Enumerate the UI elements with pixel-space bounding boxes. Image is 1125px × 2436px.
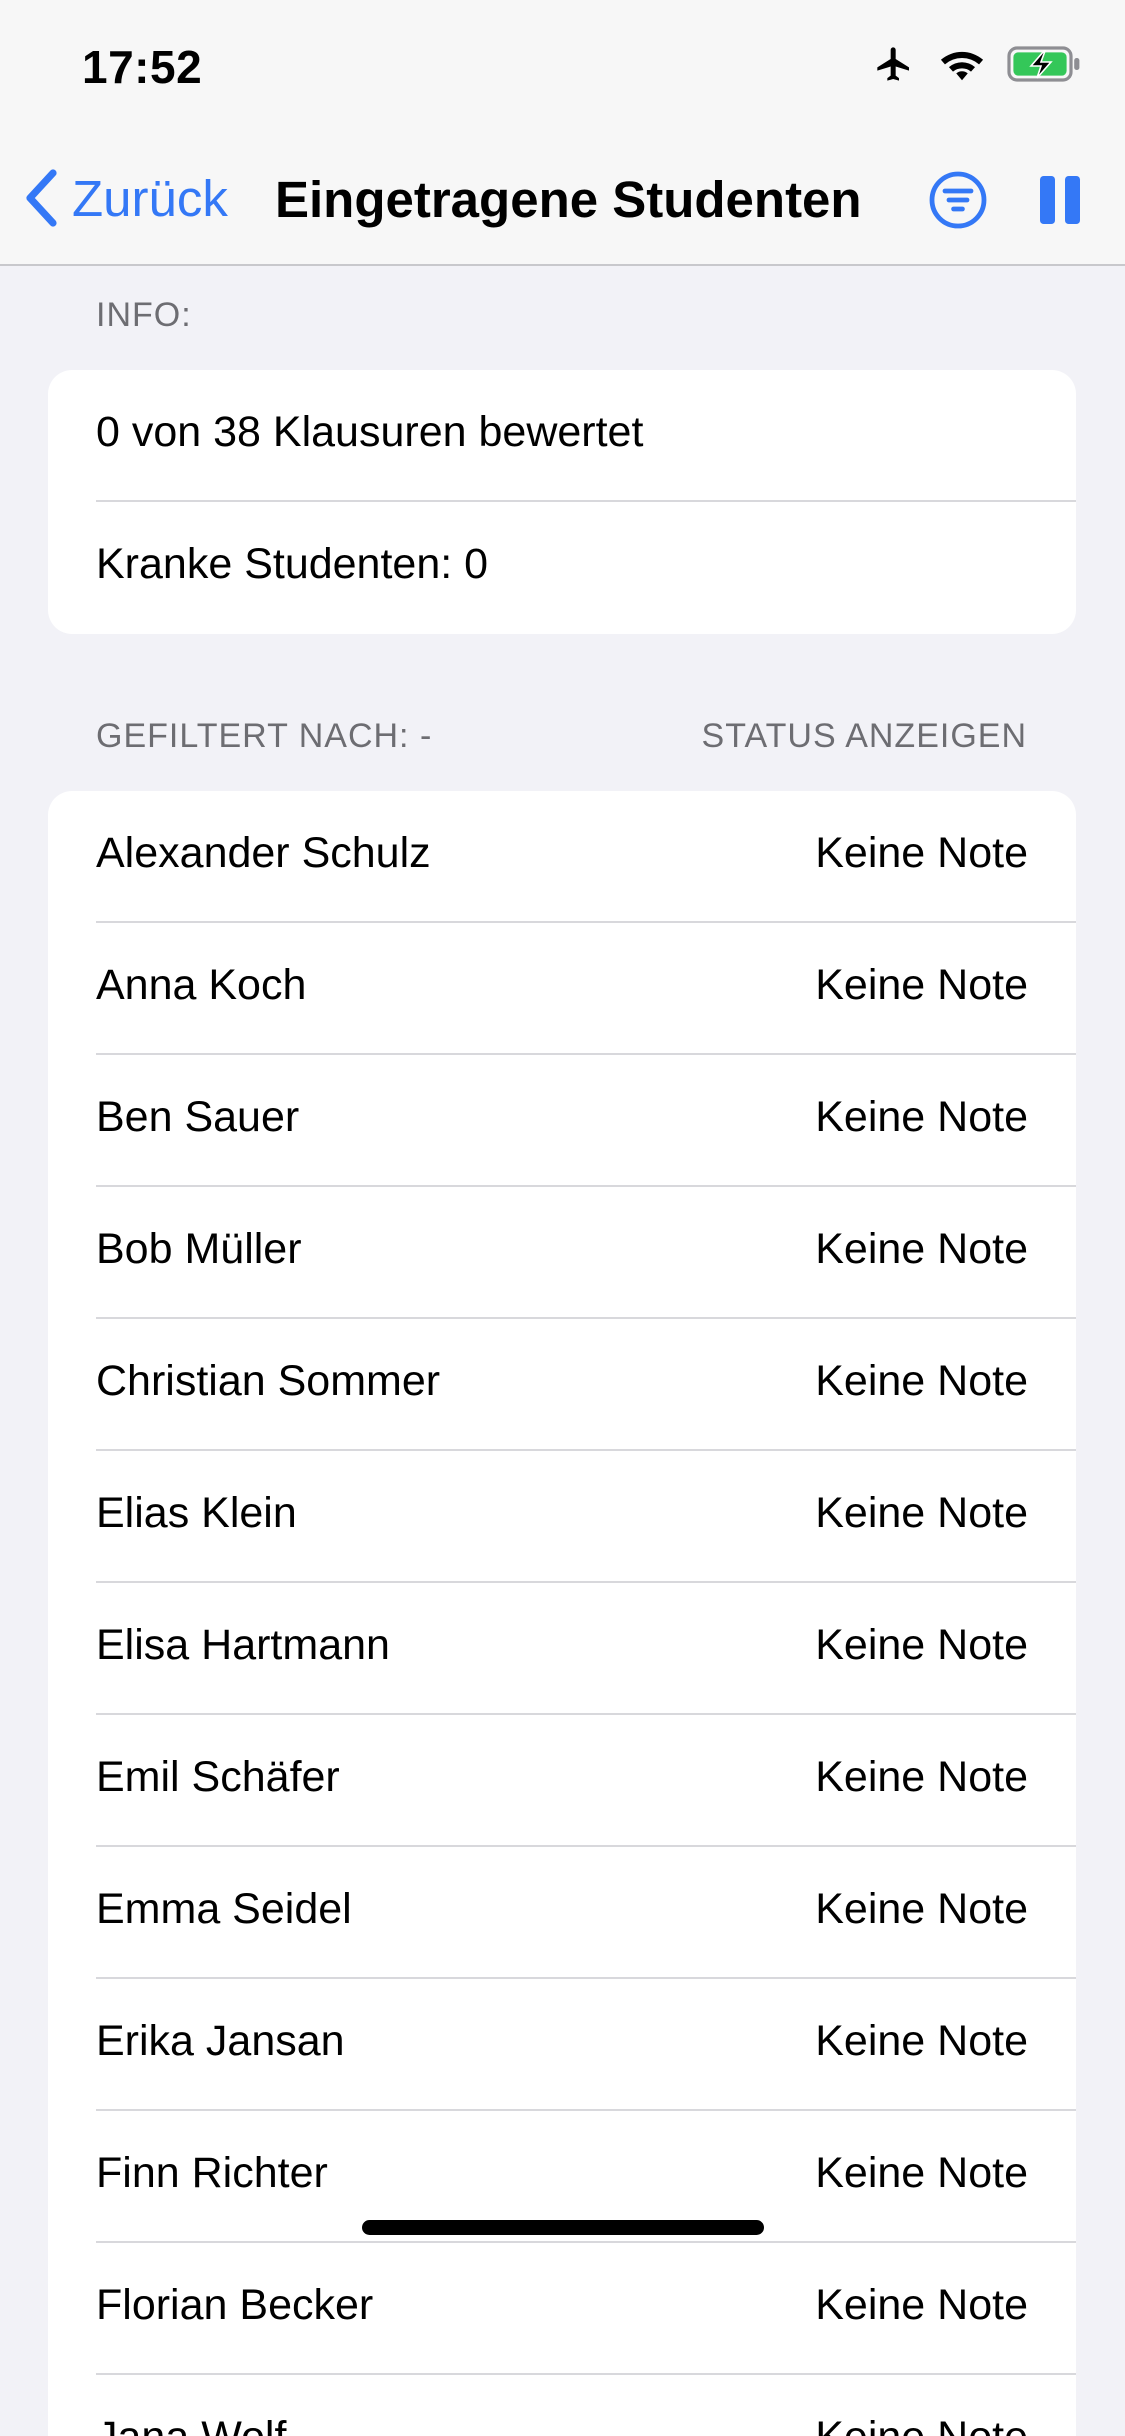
pause-button[interactable] bbox=[1038, 170, 1082, 230]
status-icons bbox=[871, 44, 1083, 84]
student-row[interactable]: Elias Klein Keine Note bbox=[48, 1451, 1076, 1583]
home-indicator[interactable] bbox=[362, 2220, 764, 2235]
student-row[interactable]: Bob Müller Keine Note bbox=[48, 1187, 1076, 1319]
student-name: Finn Richter bbox=[96, 2149, 328, 2197]
student-name: Bob Müller bbox=[96, 1225, 302, 1273]
student-name: Jana Wolf bbox=[96, 2413, 286, 2436]
page-title: Eingetragene Studenten bbox=[275, 171, 862, 228]
student-row[interactable]: Christian Sommer Keine Note bbox=[48, 1319, 1076, 1451]
pause-icon bbox=[1040, 176, 1080, 224]
student-grade: Keine Note bbox=[815, 1753, 1028, 1801]
student-row[interactable]: Emma Seidel Keine Note bbox=[48, 1847, 1076, 1979]
student-grade: Keine Note bbox=[815, 2413, 1028, 2436]
status-bar: 17:52 bbox=[0, 0, 1125, 132]
info-graded-count: 0 von 38 Klausuren bewertet bbox=[96, 408, 644, 456]
filter-icon bbox=[929, 171, 987, 229]
student-name: Anna Koch bbox=[96, 961, 307, 1009]
info-row-graded-count: 0 von 38 Klausuren bewertet bbox=[48, 370, 1076, 502]
student-row[interactable]: Florian Becker Keine Note bbox=[48, 2243, 1076, 2375]
student-grade: Keine Note bbox=[815, 829, 1028, 877]
navigation-bar: Zurück Eingetragene Studenten bbox=[0, 132, 1125, 266]
student-grade: Keine Note bbox=[815, 1357, 1028, 1405]
student-name: Ben Sauer bbox=[96, 1093, 300, 1141]
student-row[interactable]: Elisa Hartmann Keine Note bbox=[48, 1583, 1076, 1715]
student-row[interactable]: Jana Wolf Keine Note bbox=[48, 2375, 1076, 2436]
student-grade: Keine Note bbox=[815, 961, 1028, 1009]
status-time: 17:52 bbox=[82, 41, 203, 93]
student-grade: Keine Note bbox=[815, 2149, 1028, 2197]
student-grade: Keine Note bbox=[815, 1885, 1028, 1933]
screen: 17:52 Zurück Eingetragene Studenten INFO… bbox=[0, 0, 1125, 2436]
student-name: Emil Schäfer bbox=[96, 1753, 340, 1801]
filter-button[interactable] bbox=[928, 170, 988, 230]
filter-status-label: GEFILTERT NACH: - bbox=[96, 717, 433, 755]
student-name: Elisa Hartmann bbox=[96, 1621, 390, 1669]
student-name: Florian Becker bbox=[96, 2281, 374, 2329]
student-grade: Keine Note bbox=[815, 1489, 1028, 1537]
back-chevron-icon bbox=[26, 169, 57, 227]
student-row[interactable]: Emil Schäfer Keine Note bbox=[48, 1715, 1076, 1847]
student-grade: Keine Note bbox=[815, 2017, 1028, 2065]
student-name: Elias Klein bbox=[96, 1489, 297, 1537]
student-grade: Keine Note bbox=[815, 2281, 1028, 2329]
student-row[interactable]: Erika Jansan Keine Note bbox=[48, 1979, 1076, 2111]
student-row[interactable]: Ben Sauer Keine Note bbox=[48, 1055, 1076, 1187]
student-name: Christian Sommer bbox=[96, 1357, 441, 1405]
student-row[interactable]: Alexander Schulz Keine Note bbox=[48, 791, 1076, 923]
battery-charging-icon bbox=[1007, 46, 1080, 82]
show-status-button[interactable]: STATUS ANZEIGEN bbox=[702, 717, 1027, 756]
student-name: Erika Jansan bbox=[96, 2017, 345, 2065]
wifi-icon bbox=[940, 51, 984, 81]
student-grade: Keine Note bbox=[815, 1225, 1028, 1273]
back-button-label: Zurück bbox=[72, 169, 228, 227]
student-grade: Keine Note bbox=[815, 1621, 1028, 1669]
airplane-icon bbox=[877, 47, 909, 81]
student-grade: Keine Note bbox=[815, 1093, 1028, 1141]
student-name: Emma Seidel bbox=[96, 1885, 352, 1933]
info-section-header: INFO: bbox=[96, 296, 192, 334]
student-name: Alexander Schulz bbox=[96, 829, 431, 877]
info-sick-students: Kranke Studenten: 0 bbox=[96, 540, 489, 588]
back-button[interactable]: Zurück bbox=[24, 168, 228, 228]
students-list: Alexander Schulz Keine Note Anna Koch Ke… bbox=[48, 791, 1076, 2436]
student-row[interactable]: Anna Koch Keine Note bbox=[48, 923, 1076, 1055]
info-row-sick-students: Kranke Studenten: 0 bbox=[48, 502, 1076, 634]
info-card: 0 von 38 Klausuren bewertet Kranke Stude… bbox=[48, 370, 1076, 634]
